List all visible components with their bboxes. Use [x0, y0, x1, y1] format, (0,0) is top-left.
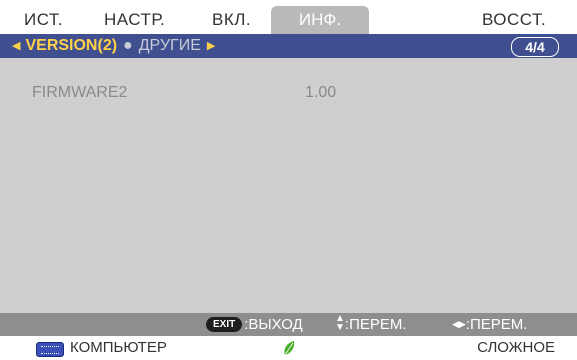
- tab-enable[interactable]: ВКЛ.: [212, 6, 251, 34]
- tab-reset[interactable]: ВОССТ.: [482, 6, 546, 34]
- separator-dot-icon: ●: [123, 37, 133, 54]
- updown-arrows-icon: ▲ ▼: [335, 313, 345, 334]
- submenu-nav: ◀ VERSION(2) ● ДРУГИЕ ▶: [12, 34, 215, 58]
- computer-input-icon: [36, 342, 64, 357]
- help-bar: EXIT:ВЫХОД ▲ ▼:ПЕРЕМ. ◀▶:ПЕРЕМ.: [0, 313, 577, 336]
- submenu-bar: ◀ VERSION(2) ● ДРУГИЕ ▶ 4/4: [0, 34, 577, 58]
- menu-window: ИСТ. НАСТР. ВКЛ. ИНФ. ВОССТ. ◀ VERSION(2)…: [0, 0, 577, 360]
- help-exit: EXIT:ВЫХОД: [206, 313, 303, 336]
- tab-info[interactable]: ИНФ.: [271, 6, 369, 36]
- status-bar: КОМПЬЮТЕР СЛОЖНОЕ: [0, 336, 577, 360]
- page-indicator: 4/4: [511, 37, 559, 57]
- exit-key-icon: EXIT: [206, 316, 243, 332]
- eco-leaf-icon: [284, 341, 295, 356]
- help-updown-text: :ПЕРЕМ.: [344, 316, 407, 333]
- submenu-current[interactable]: VERSION(2): [25, 37, 117, 54]
- firmware-value: 1.00: [305, 84, 337, 101]
- triangle-right-icon[interactable]: ▶: [207, 40, 215, 52]
- source-label: КОМПЬЮТЕР: [70, 339, 167, 356]
- help-leftright-text: :ПЕРЕМ.: [465, 316, 528, 333]
- help-exit-text: :ВЫХОД: [244, 316, 303, 333]
- tab-source[interactable]: ИСТ.: [24, 6, 63, 34]
- mode-label: СЛОЖНОЕ: [477, 339, 555, 356]
- submenu-other[interactable]: ДРУГИЕ: [139, 37, 201, 54]
- tab-setup[interactable]: НАСТР.: [104, 6, 165, 34]
- leftright-arrows-icon: ◀▶: [452, 319, 466, 329]
- help-leftright: ◀▶:ПЕРЕМ.: [452, 313, 527, 336]
- help-updown: ▲ ▼:ПЕРЕМ.: [335, 313, 407, 336]
- triangle-left-icon[interactable]: ◀: [12, 40, 20, 52]
- content-area: FIRMWARE2 1.00: [0, 58, 577, 313]
- firmware-label: FIRMWARE2: [32, 84, 128, 101]
- menu-tabs: ИСТ. НАСТР. ВКЛ. ИНФ. ВОССТ.: [0, 0, 577, 36]
